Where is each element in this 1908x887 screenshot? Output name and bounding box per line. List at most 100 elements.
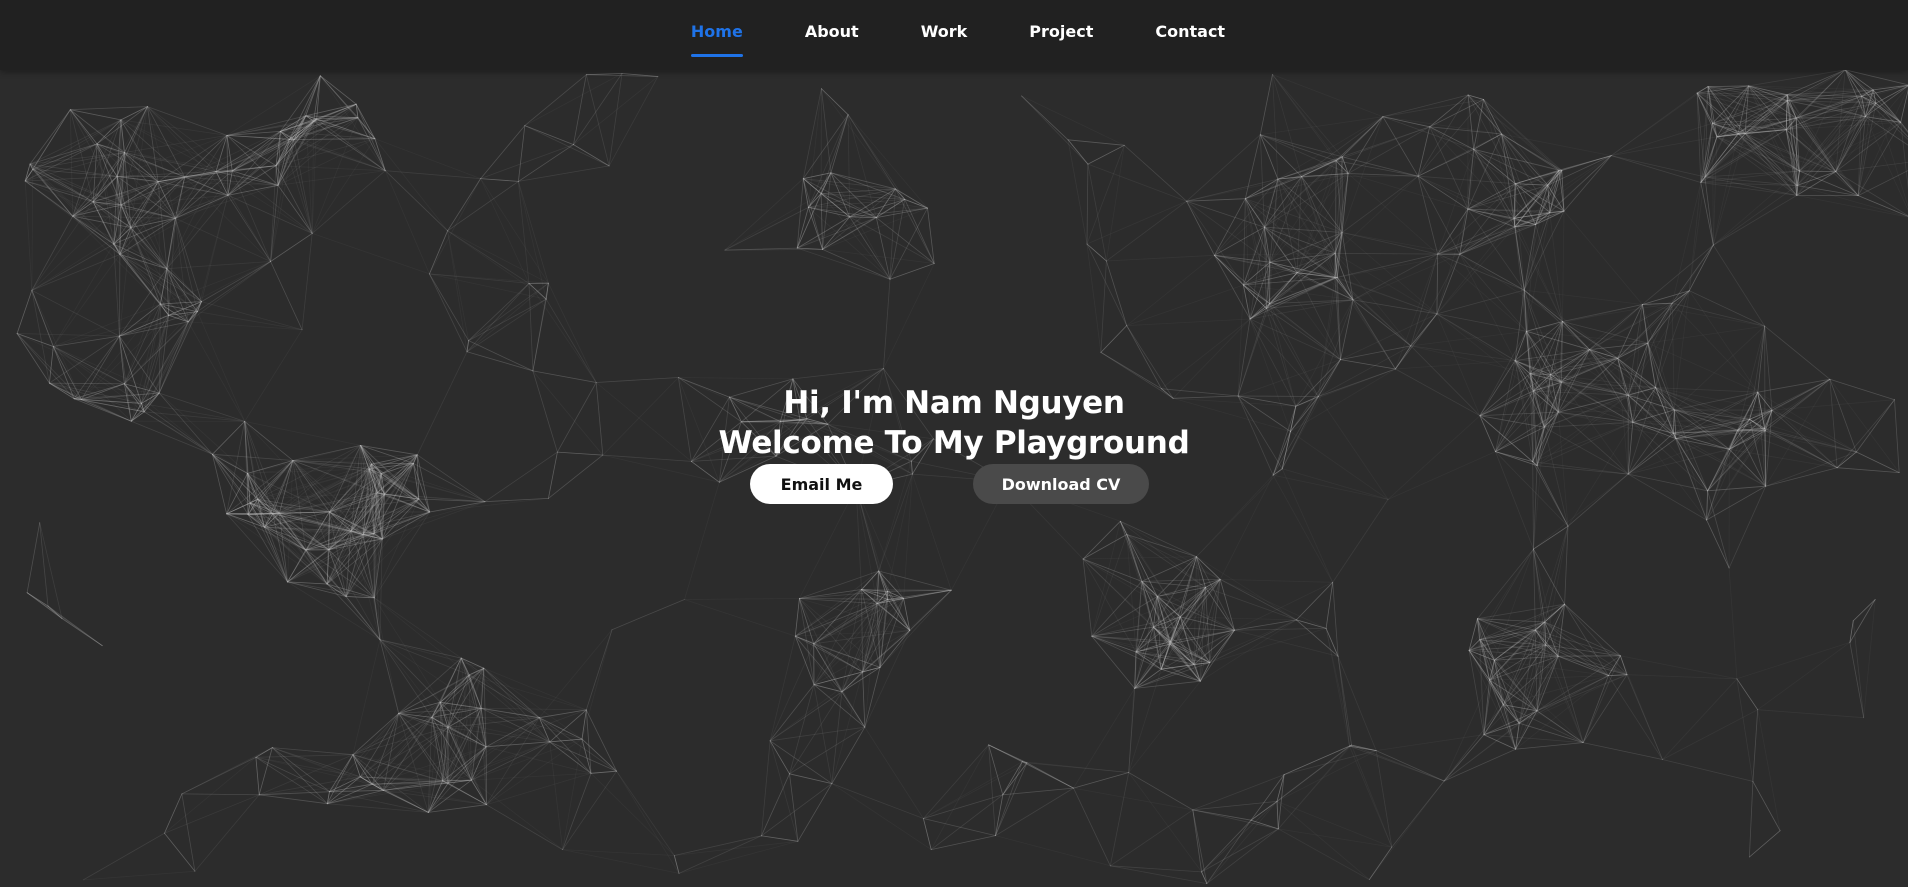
network-line — [485, 738, 583, 806]
network-line — [548, 451, 558, 499]
network-line — [96, 143, 115, 245]
network-line — [1543, 426, 1569, 527]
network-line — [1341, 126, 1431, 158]
network-line — [352, 717, 433, 756]
network-line — [1172, 395, 1239, 399]
network-line — [1563, 155, 1612, 212]
network-line — [181, 793, 260, 796]
network-line — [82, 870, 196, 881]
network-line — [1244, 198, 1343, 233]
network-line — [428, 178, 482, 275]
network-line — [480, 178, 549, 284]
network-line — [1757, 325, 1766, 393]
network-line — [468, 674, 587, 711]
network-line — [258, 747, 273, 796]
network-line — [164, 756, 257, 834]
nav-item-project[interactable]: Project — [1029, 22, 1093, 46]
network-line — [775, 423, 829, 457]
network-line — [1082, 534, 1128, 560]
network-line — [1021, 95, 1089, 165]
network-line — [799, 598, 815, 686]
network-line — [1765, 451, 1857, 487]
nav-item-contact[interactable]: Contact — [1155, 22, 1225, 46]
network-line — [1610, 155, 1706, 178]
network-line — [1410, 253, 1461, 347]
network-line — [1728, 567, 1738, 680]
network-line — [305, 75, 321, 117]
network-line — [16, 289, 33, 334]
network-line — [532, 370, 597, 383]
network-line — [1479, 415, 1496, 453]
network-line — [678, 377, 692, 462]
network-line — [581, 629, 613, 740]
network-line — [1126, 325, 1174, 399]
network-line — [466, 282, 530, 353]
network-line — [428, 230, 449, 275]
network-line — [808, 88, 822, 208]
network-line — [1856, 399, 1895, 453]
network-line — [862, 671, 866, 728]
network-line — [1123, 144, 1187, 202]
network-line — [691, 421, 781, 462]
network-line — [1259, 134, 1337, 162]
network-line — [1495, 451, 1569, 527]
network-line — [608, 76, 659, 167]
network-line — [585, 629, 613, 711]
network-line — [930, 794, 1004, 850]
email-me-button[interactable]: Email Me — [750, 464, 893, 504]
nav-item-work-label: Work — [920, 22, 968, 41]
nav-item-work[interactable]: Work — [921, 22, 968, 46]
network-line — [1087, 163, 1187, 202]
network-line — [927, 207, 935, 264]
network-line — [379, 639, 441, 703]
network-line — [1844, 70, 1908, 86]
network-line — [847, 114, 851, 218]
network-line — [398, 674, 470, 714]
network-line — [864, 667, 881, 728]
network-line — [761, 783, 833, 837]
network-line — [1712, 195, 1798, 246]
network-line — [1523, 169, 1560, 291]
network-line — [545, 282, 549, 300]
network-line — [822, 216, 851, 250]
nav-item-about[interactable]: About — [805, 22, 859, 46]
particle-network-background — [16, 70, 1908, 884]
network-line — [1091, 534, 1128, 637]
network-line — [1317, 396, 1389, 500]
network-line — [883, 368, 934, 440]
network-line — [789, 684, 815, 775]
network-line — [113, 243, 198, 313]
network-line — [412, 351, 468, 464]
network-line — [524, 74, 587, 126]
network-line — [1764, 325, 1831, 380]
network-line — [258, 794, 328, 805]
network-line — [1296, 581, 1334, 621]
download-cv-button[interactable]: Download CV — [973, 464, 1149, 504]
network-line — [761, 740, 771, 837]
network-line — [468, 298, 547, 342]
network-line — [806, 418, 912, 462]
network-line — [1126, 318, 1251, 327]
network-line — [1567, 421, 1634, 527]
network-line — [384, 170, 449, 232]
network-line — [799, 598, 815, 645]
network-line — [879, 589, 952, 668]
nav-item-home[interactable]: Home — [690, 22, 743, 57]
network-line — [1214, 254, 1251, 320]
network-line — [468, 282, 549, 342]
network-line — [830, 114, 849, 174]
network-line — [1417, 175, 1439, 255]
network-line — [808, 206, 928, 209]
network-line — [1172, 397, 1291, 432]
network-line — [1744, 133, 1798, 186]
network-line — [883, 278, 891, 369]
network-line — [1259, 134, 1343, 158]
network-line — [678, 377, 781, 422]
network-line — [69, 109, 122, 121]
network-line — [532, 370, 558, 453]
network-line — [319, 75, 357, 105]
network-line — [1243, 176, 1302, 286]
network-line — [691, 396, 730, 462]
network-line — [1067, 139, 1089, 165]
network-line — [1244, 134, 1261, 200]
